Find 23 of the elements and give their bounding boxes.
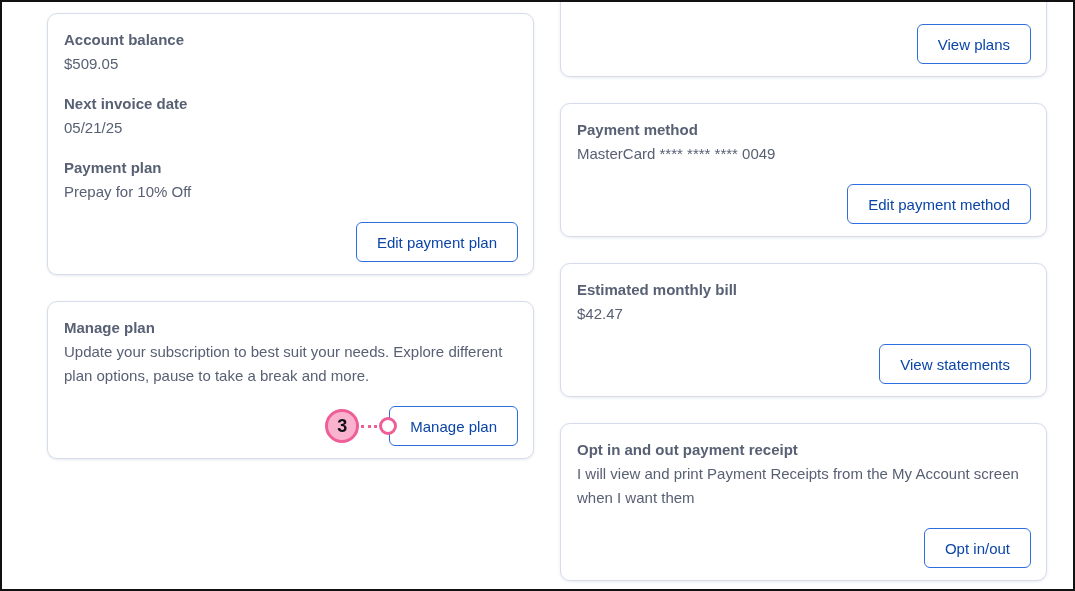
field-value: I will view and print Payment Receipts from the My Account screen when I want them xyxy=(577,464,1020,508)
field-value: Update your subscription to best suit your needs. Explore different plan options, pause to take a break and more. xyxy=(64,342,504,386)
field-label: Payment method xyxy=(577,120,699,140)
field-value: $509.05 xyxy=(64,54,120,74)
field-label: Payment plan xyxy=(64,158,163,178)
ring-marker xyxy=(379,417,398,435)
field-label: Next invoice date xyxy=(64,94,189,114)
field-value: 05/21/25 xyxy=(64,118,124,138)
field-label: Estimated monthly bill xyxy=(577,280,739,300)
leader-line xyxy=(361,424,378,428)
field-value: MasterCard **** **** **** 0049 xyxy=(577,144,777,164)
field-value: Prepay for 10% Off xyxy=(64,182,193,202)
action-button[interactable]: Opt in/out xyxy=(923,528,1031,568)
field-value: $42.47 xyxy=(577,304,624,324)
action-button[interactable]: Edit payment plan xyxy=(355,222,518,262)
step-badge: 3 xyxy=(325,409,360,443)
action-button[interactable]: View statements xyxy=(879,344,1031,384)
field-label: Account balance xyxy=(64,30,186,50)
action-button[interactable]: Manage plan xyxy=(389,406,518,446)
action-button[interactable]: Edit payment method xyxy=(847,184,1031,224)
field-label: Manage plan xyxy=(64,318,156,338)
field-label: Opt in and out payment receipt xyxy=(577,440,799,460)
action-button[interactable]: View plans xyxy=(916,24,1031,64)
